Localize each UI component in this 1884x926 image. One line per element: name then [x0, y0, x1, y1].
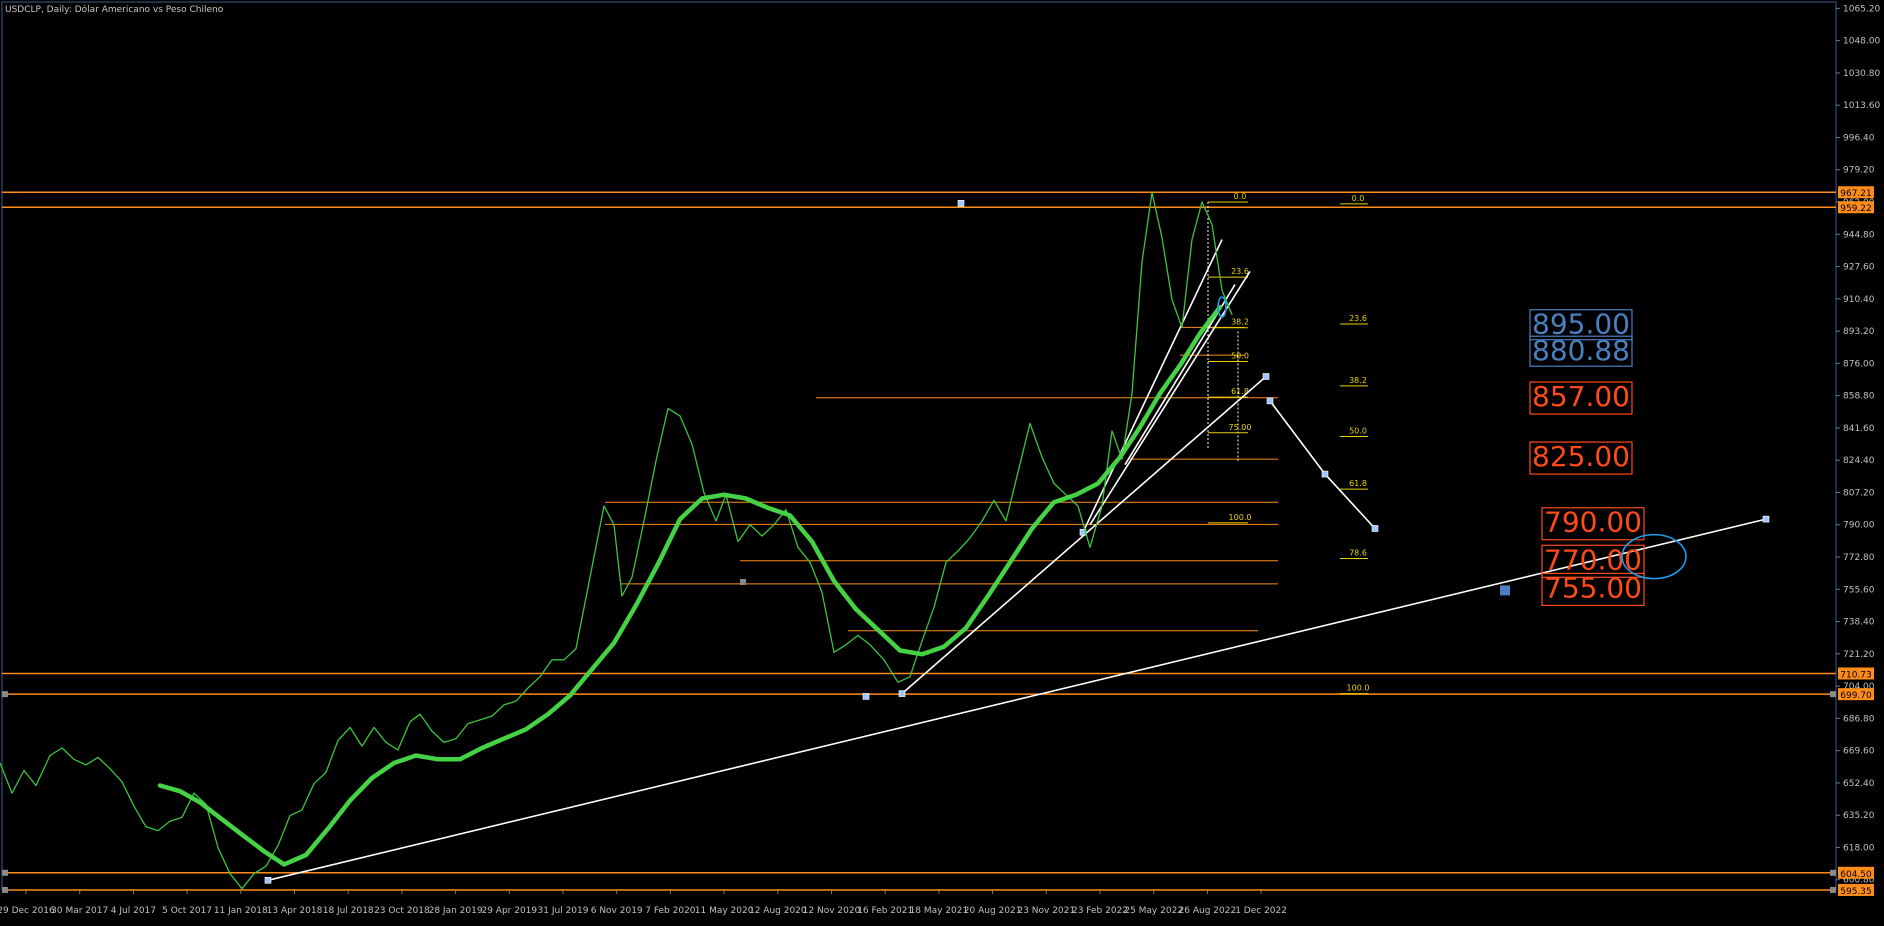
y-tick-label: 979.20 [1843, 166, 1875, 176]
x-tick-label: 23 Oct 2018 [374, 906, 430, 916]
y-tick-label: 1030.80 [1843, 69, 1880, 79]
y-tick-label: 755.60 [1843, 585, 1875, 595]
level-handle[interactable] [1830, 691, 1836, 698]
fib-level-label: 38.2 [1349, 376, 1367, 385]
x-tick-label: 28 Jan 2019 [429, 906, 483, 916]
y-tick-label: 996.40 [1843, 133, 1875, 143]
y-tick-label: 893.20 [1843, 327, 1875, 337]
x-tick-label: 6 Nov 2019 [591, 906, 643, 916]
x-tick-label: 5 Oct 2017 [162, 906, 212, 916]
support-label: 790.00 [1544, 506, 1642, 539]
fib-level-label: 61.8 [1349, 479, 1367, 488]
y-tick-label: 772.80 [1843, 553, 1875, 563]
fib-level-label: 0.0 [1352, 194, 1365, 203]
fib-level-label: 100.0 [1347, 684, 1370, 693]
fib-level-label: 38.2 [1231, 318, 1249, 327]
y-tick-label: 1048.00 [1843, 37, 1880, 47]
y-tick-label: 618.00 [1843, 843, 1875, 853]
level-handle[interactable] [1830, 886, 1836, 893]
chart-container: USDCLP, Daily: Dólar Americano vs Peso C… [0, 0, 1884, 922]
chart-title: USDCLP, Daily: Dólar Americano vs Peso C… [5, 4, 224, 15]
fib-level-label: 0.0 [1234, 192, 1247, 201]
x-tick-label: 23 Nov 2021 [1017, 906, 1075, 916]
y-tick-label: 652.40 [1843, 779, 1875, 789]
x-tick-label: 29 Dec 2016 [0, 906, 55, 916]
y-tick-label: 790.00 [1843, 521, 1875, 531]
y-tick-label: 1065.20 [1843, 4, 1880, 14]
level-handle[interactable] [2, 691, 8, 698]
x-tick-label: 11 May 2020 [695, 906, 754, 916]
anchor-handle[interactable] [1762, 515, 1770, 523]
price-tag-label: 595.35 [1840, 887, 1872, 897]
x-tick-label: 31 Jul 2019 [538, 906, 589, 916]
x-tick-label: 18 May 2021 [910, 906, 969, 916]
x-tick-label: 20 Aug 2021 [964, 906, 1022, 916]
y-tick-label: 1013.60 [1843, 101, 1880, 111]
y-tick-label: 824.40 [1843, 456, 1875, 466]
x-tick-label: 13 Apr 2018 [267, 906, 323, 916]
anchor-handle[interactable] [1262, 373, 1270, 380]
y-tick-label: 738.40 [1843, 618, 1875, 628]
y-tick-label: 721.20 [1843, 650, 1875, 660]
fib-level-label: 61.8 [1231, 387, 1249, 396]
anchor-handle[interactable] [1371, 525, 1379, 532]
x-tick-label: 26 Aug 2022 [1179, 906, 1237, 916]
x-tick-label: 25 May 2022 [1124, 906, 1183, 916]
anchor-handle[interactable] [264, 876, 272, 884]
x-tick-label: 18 Jul 2018 [323, 906, 374, 916]
level-handle[interactable] [2, 886, 8, 893]
anchor-handle[interactable] [1266, 397, 1274, 405]
fib-level-label: 23.6 [1349, 314, 1367, 323]
y-tick-label: 910.40 [1843, 295, 1875, 305]
y-tick-label: 841.60 [1843, 424, 1875, 434]
x-tick-label: 7 Feb 2020 [645, 906, 696, 916]
anchor-handle[interactable] [957, 200, 965, 207]
x-tick-label: 30 Mar 2017 [51, 906, 108, 916]
anchor-handle[interactable] [1321, 470, 1329, 478]
level-handle[interactable] [740, 578, 746, 585]
support-label: 755.00 [1544, 571, 1642, 604]
support-label: 825.00 [1532, 440, 1630, 473]
x-tick-label: 23 Feb 2022 [1072, 906, 1128, 916]
blue-marker[interactable] [1500, 585, 1510, 596]
x-tick-label: 16 Feb 2021 [857, 906, 913, 916]
price-tag-label: 710.73 [1840, 670, 1872, 680]
x-tick-label: 11 Jan 2018 [214, 906, 268, 916]
y-tick-label: 807.20 [1843, 488, 1875, 498]
level-handle[interactable] [1830, 869, 1836, 876]
x-tick-label: 29 Apr 2019 [481, 906, 537, 916]
support-label: 857.00 [1532, 380, 1630, 413]
y-tick-label: 944.80 [1843, 230, 1875, 240]
price-tag-label: 604.50 [1840, 870, 1872, 880]
fib-level-label: 50.0 [1349, 427, 1367, 436]
y-tick-label: 669.60 [1843, 747, 1875, 757]
anchor-handle[interactable] [862, 693, 870, 700]
fib-level-label: 78.6 [1349, 549, 1367, 558]
y-tick-label: 927.60 [1843, 263, 1875, 273]
y-tick-label: 858.80 [1843, 392, 1875, 402]
y-tick-label: 686.80 [1843, 714, 1875, 724]
price-tag-label: 959.22 [1840, 204, 1872, 214]
fib-level-label: 75.00 [1229, 423, 1252, 432]
x-tick-label: 12 Aug 2020 [749, 906, 807, 916]
y-tick-label: 876.00 [1843, 359, 1875, 369]
price-chart[interactable]: USDCLP, Daily: Dólar Americano vs Peso C… [0, 0, 1884, 922]
level-handle[interactable] [2, 869, 8, 876]
x-tick-label: 4 Jul 2017 [111, 906, 156, 916]
price-tag-label: 699.70 [1840, 691, 1872, 701]
resistance-label: 880.88 [1532, 334, 1630, 367]
price-tag-label: 967.21 [1840, 189, 1872, 199]
y-tick-label: 635.20 [1843, 811, 1875, 821]
anchor-handle[interactable] [898, 690, 906, 697]
fib-level-label: 100.0 [1229, 513, 1252, 522]
x-tick-label: 12 Nov 2020 [803, 906, 861, 916]
fib-level-label: 50.0 [1231, 351, 1249, 360]
x-tick-label: 1 Dec 2022 [1235, 906, 1287, 916]
fib-level-label: 23.6 [1231, 267, 1249, 276]
